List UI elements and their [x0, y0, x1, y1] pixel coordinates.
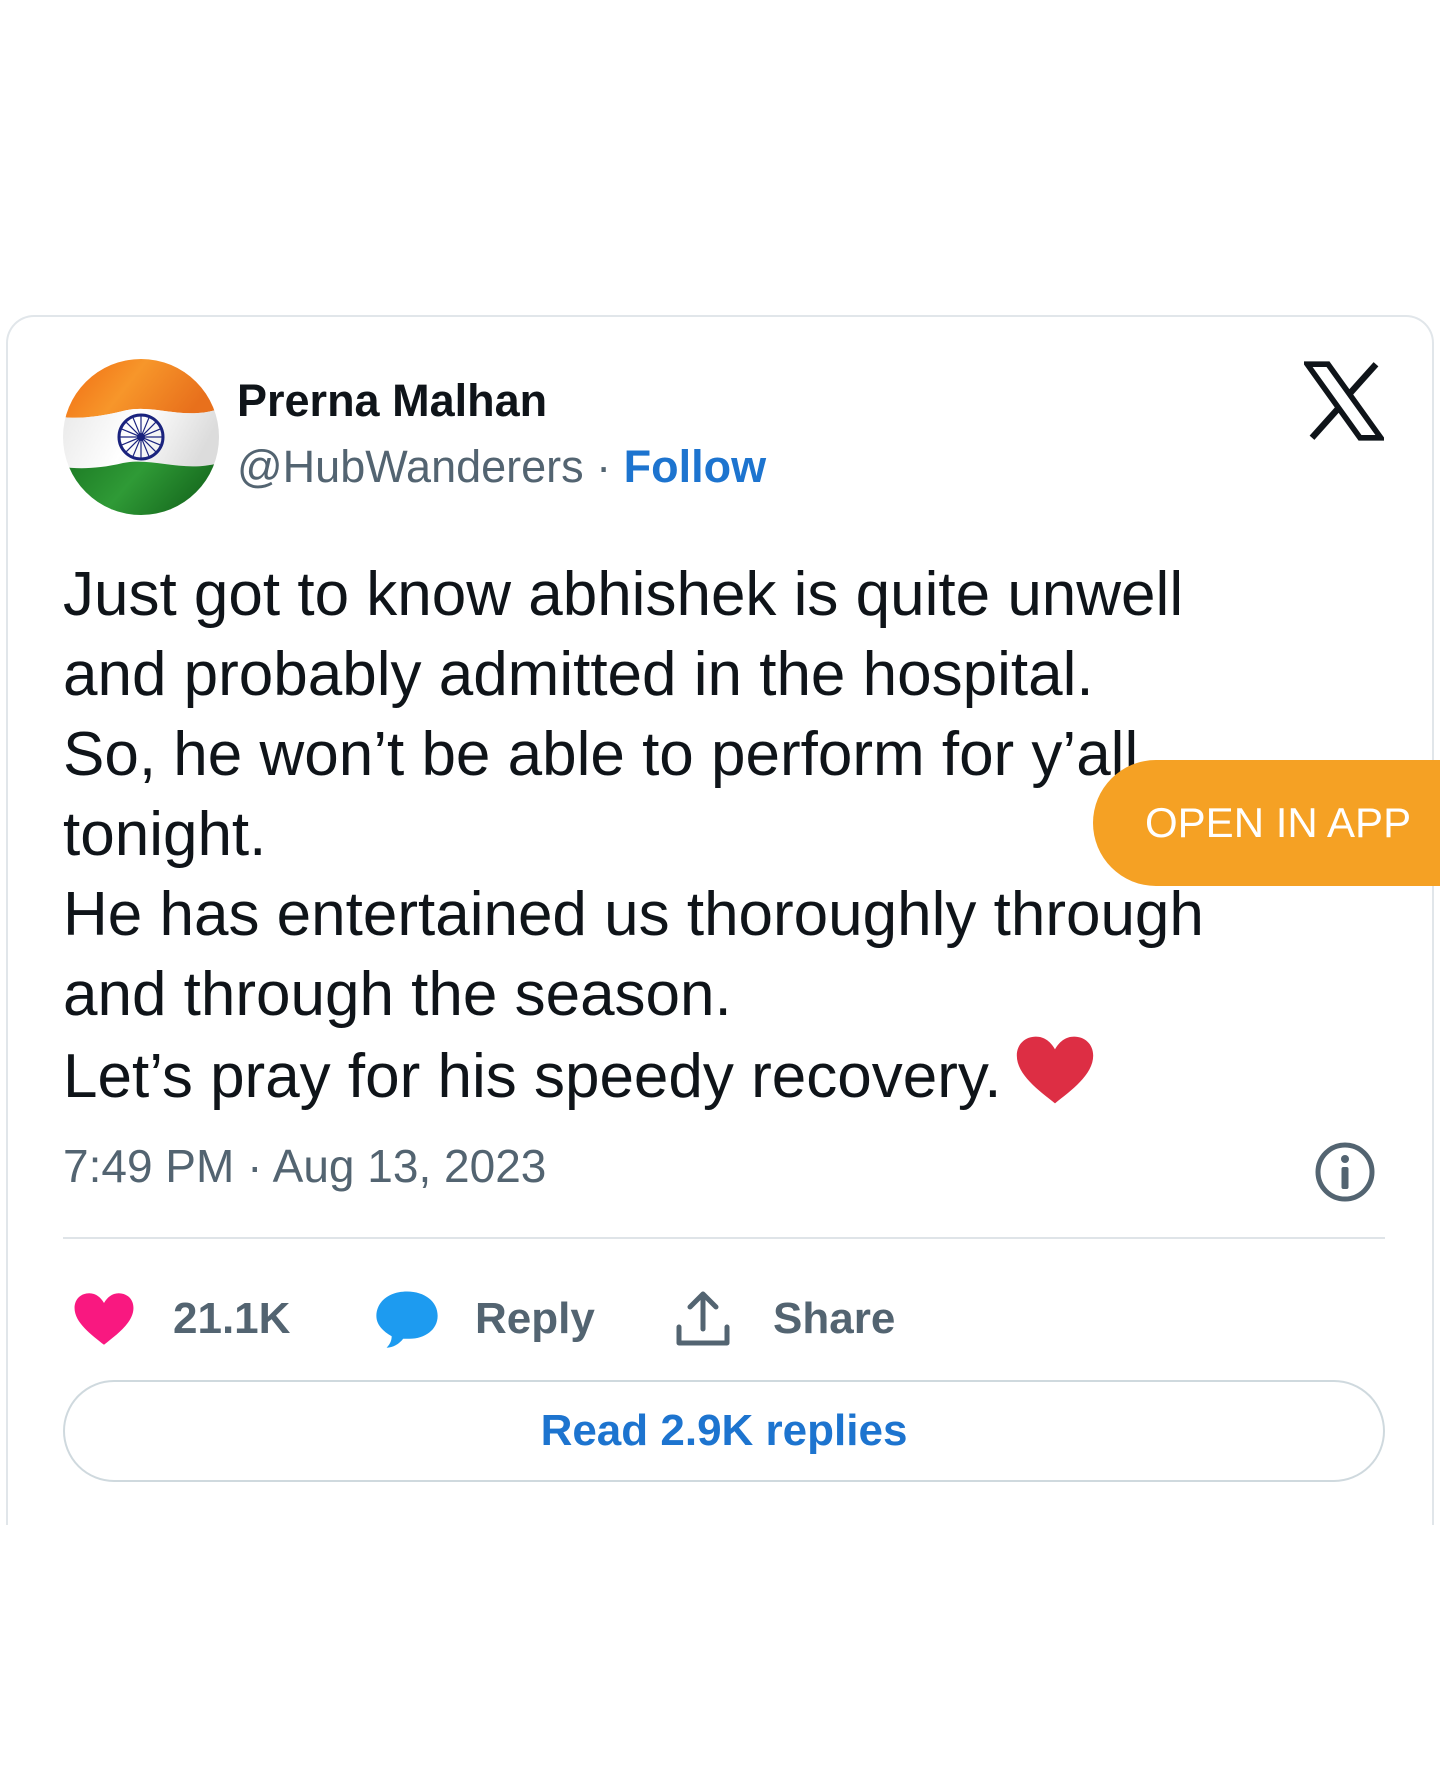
- author-handle[interactable]: @HubWanderers: [237, 441, 584, 492]
- tweet-timestamp[interactable]: 7:49 PM · Aug 13, 2023: [63, 1139, 546, 1193]
- reply-bubble-icon: [376, 1291, 438, 1348]
- like-count: 21.1K: [173, 1294, 291, 1343]
- reply-label: Reply: [475, 1294, 595, 1343]
- tweet-line: and through the season.: [63, 960, 732, 1029]
- info-icon[interactable]: [1314, 1141, 1376, 1203]
- handle-separator: ·: [596, 441, 612, 492]
- tweet-card: Prerna Malhan @HubWanderers · Follow Jus…: [6, 315, 1434, 1525]
- like-button[interactable]: 21.1K: [73, 1279, 290, 1359]
- author-name[interactable]: Prerna Malhan: [237, 375, 547, 427]
- follow-link[interactable]: Follow: [624, 441, 766, 492]
- timestamp-separator: ·: [247, 1140, 263, 1192]
- share-label: Share: [773, 1294, 896, 1343]
- tweet-line: He has entertained us thoroughly through: [63, 880, 1204, 949]
- tweet-line: Just got to know abhishek is quite unwel…: [63, 560, 1184, 629]
- tweet-time: 7:49 PM: [63, 1140, 235, 1192]
- author-avatar[interactable]: [63, 359, 219, 515]
- author-handle-row: @HubWanderers · Follow: [237, 441, 766, 493]
- like-heart-icon: [74, 1293, 134, 1345]
- open-in-app-button[interactable]: OPEN IN APP: [1093, 760, 1440, 886]
- read-replies-button[interactable]: Read 2.9K replies: [63, 1380, 1385, 1482]
- india-flag-avatar-icon: [63, 359, 219, 515]
- x-logo-icon[interactable]: [1304, 361, 1384, 441]
- reply-button[interactable]: Reply: [375, 1279, 595, 1359]
- tweet-date: Aug 13, 2023: [272, 1140, 547, 1192]
- tweet-line: Let’s pray for his speedy recovery.: [63, 1042, 1002, 1111]
- tweet-line-last: Let’s pray for his speedy recovery.: [63, 1035, 1403, 1117]
- red-heart-emoji-icon: [1017, 1036, 1094, 1104]
- share-upload-icon: [676, 1291, 730, 1346]
- share-button[interactable]: Share: [673, 1279, 895, 1359]
- divider: [63, 1237, 1385, 1239]
- tweet-actions: 21.1K Reply Share: [63, 1279, 1385, 1359]
- tweet-line: and probably admitted in the hospital.: [63, 640, 1094, 709]
